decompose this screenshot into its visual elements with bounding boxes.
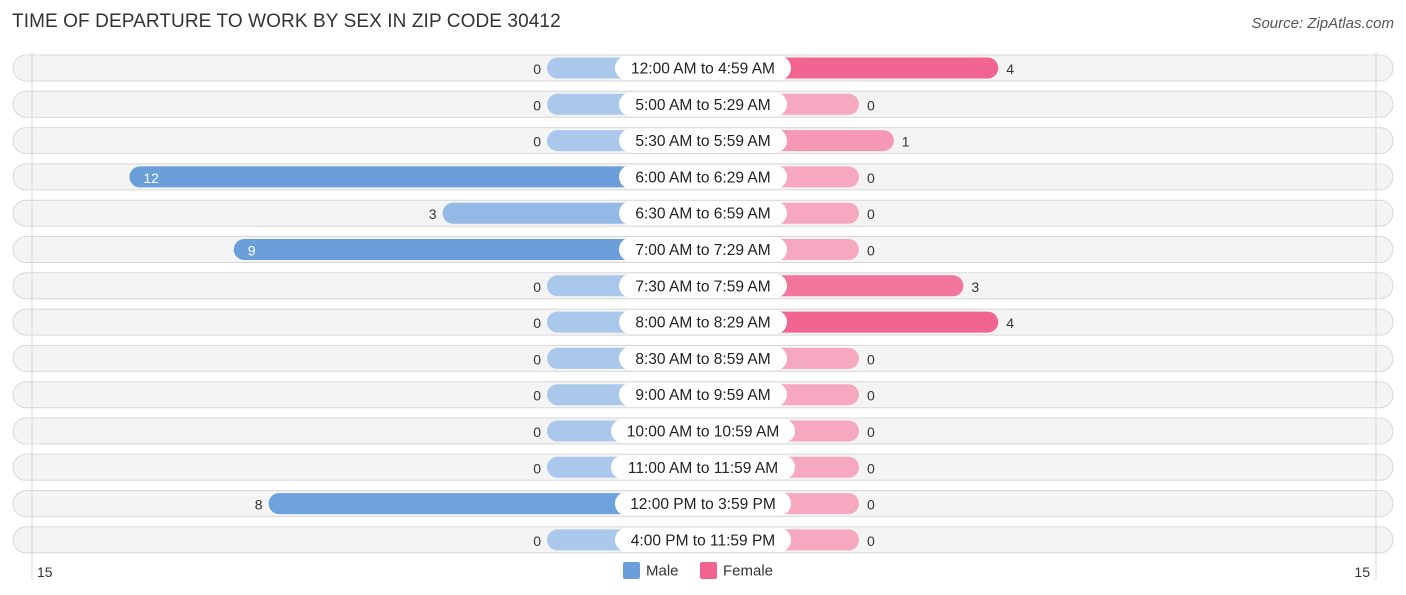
value-label-female: 0 xyxy=(867,206,875,222)
legend-swatch-female xyxy=(700,562,717,579)
chart-row: 8:30 AM to 8:59 AM 0 0 xyxy=(12,344,1394,372)
legend-item-female[interactable]: Female xyxy=(700,562,773,580)
legend-label-male: Male xyxy=(646,563,679,580)
legend-label-female: Female xyxy=(723,563,773,580)
chart-row: 9:00 AM to 9:59 AM 0 0 xyxy=(12,381,1394,409)
value-label-male: 0 xyxy=(533,424,541,440)
chart-row: 5:00 AM to 5:29 AM 0 0 xyxy=(12,90,1394,118)
chart-row: 7:00 AM to 7:29 AM 9 0 xyxy=(12,236,1394,263)
value-label-male: 0 xyxy=(533,97,541,113)
category-label: 6:00 AM to 6:29 AM xyxy=(635,169,770,186)
value-label-female: 0 xyxy=(867,497,875,513)
category-label: 12:00 PM to 3:59 PM xyxy=(630,496,776,513)
value-label-female: 1 xyxy=(902,134,910,150)
chart-canvas: 12:00 AM to 4:59 AM 0 4 5:00 AM to 5:29 AM 0… xyxy=(12,52,1394,580)
value-label-female: 0 xyxy=(867,170,875,186)
value-label-female: 0 xyxy=(867,533,875,549)
value-label-male: 0 xyxy=(533,61,541,77)
category-label: 5:30 AM to 5:59 AM xyxy=(635,133,770,150)
category-label: 4:00 PM to 11:59 PM xyxy=(631,532,775,549)
chart-row: 5:30 AM to 5:59 AM 0 1 xyxy=(12,127,1394,155)
category-label: 12:00 AM to 4:59 AM xyxy=(631,61,775,78)
value-label-male: 0 xyxy=(533,315,541,331)
value-label-female: 0 xyxy=(867,243,875,259)
value-label-male: 0 xyxy=(533,279,541,295)
value-label-female: 0 xyxy=(867,460,875,476)
value-label-male: 0 xyxy=(533,388,541,404)
chart-row: 6:00 AM to 6:29 AM 12 0 xyxy=(12,163,1394,191)
legend-item-male[interactable]: Male xyxy=(623,562,679,580)
legend: Male Female xyxy=(623,562,773,580)
category-label: 5:00 AM to 5:29 AM xyxy=(635,97,770,114)
value-label-male: 0 xyxy=(533,533,541,549)
value-label-female: 4 xyxy=(1006,315,1014,331)
chart-row: 6:30 AM to 6:59 AM 3 0 xyxy=(12,199,1394,227)
chart-rows: 12:00 AM to 4:59 AM 0 4 5:00 AM to 5:29 AM 0… xyxy=(12,54,1394,554)
value-label-female: 0 xyxy=(867,424,875,440)
value-label-male: 9 xyxy=(248,243,256,259)
chart-row: 8:00 AM to 8:29 AM 0 4 xyxy=(12,308,1394,336)
value-label-female: 0 xyxy=(867,351,875,367)
category-label: 8:00 AM to 8:29 AM xyxy=(635,315,770,332)
chart-row: 11:00 AM to 11:59 AM 0 0 xyxy=(12,453,1394,481)
chart-row: 12:00 PM to 3:59 PM 8 0 xyxy=(12,490,1394,518)
value-label-male: 12 xyxy=(143,170,159,186)
legend-swatch-male xyxy=(623,562,640,579)
category-label: 7:00 AM to 7:29 AM xyxy=(635,242,770,259)
value-label-male: 3 xyxy=(429,206,437,222)
category-label: 11:00 AM to 11:59 AM xyxy=(628,460,778,477)
category-label: 8:30 AM to 8:59 AM xyxy=(635,351,770,368)
value-label-male: 0 xyxy=(533,134,541,150)
right-axis-tick: 15 xyxy=(1354,564,1370,580)
category-label: 9:00 AM to 9:59 AM xyxy=(635,387,770,404)
value-label-female: 0 xyxy=(867,388,875,404)
value-label-female: 3 xyxy=(971,279,979,295)
category-label: 7:30 AM to 7:59 AM xyxy=(635,278,770,295)
bar-male[interactable] xyxy=(129,166,703,188)
chart-row: 12:00 AM to 4:59 AM 0 4 xyxy=(12,54,1394,82)
chart-row: 7:30 AM to 7:59 AM 0 3 xyxy=(12,272,1394,300)
value-label-male: 0 xyxy=(533,351,541,367)
category-label: 10:00 AM to 10:59 AM xyxy=(627,424,780,441)
category-label: 6:30 AM to 6:59 AM xyxy=(635,206,770,223)
left-axis-tick: 15 xyxy=(37,564,53,580)
value-label-male: 0 xyxy=(533,460,541,476)
value-label-female: 4 xyxy=(1006,61,1014,77)
chart-row: 10:00 AM to 10:59 AM 0 0 xyxy=(12,417,1394,445)
value-label-female: 0 xyxy=(867,97,875,113)
chart-row: 4:00 PM to 11:59 PM 0 0 xyxy=(12,526,1394,554)
value-label-male: 8 xyxy=(255,497,263,513)
